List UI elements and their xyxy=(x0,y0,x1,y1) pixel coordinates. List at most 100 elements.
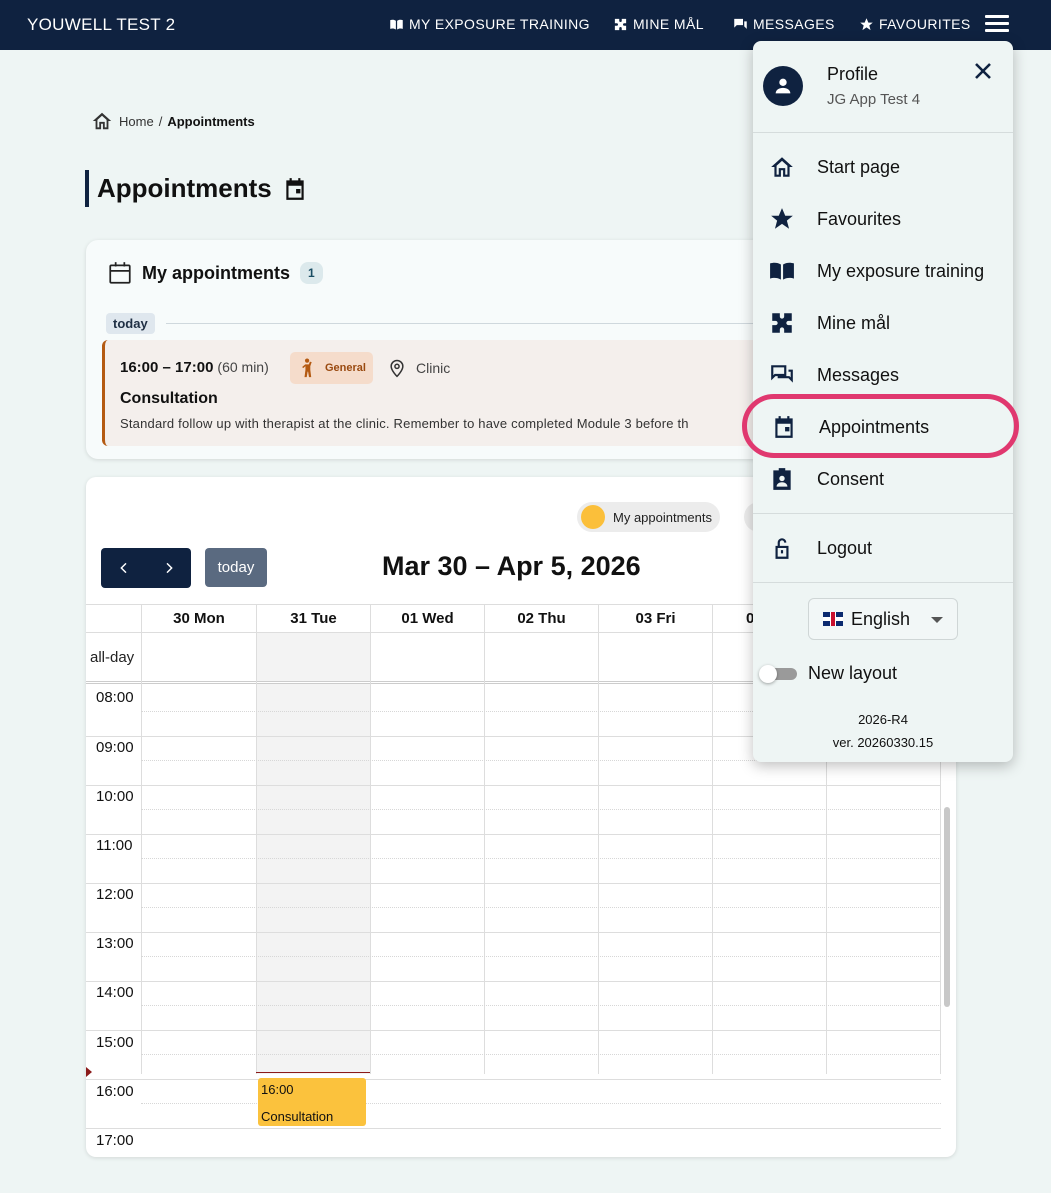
column-divider xyxy=(256,633,257,1074)
calendar-event[interactable]: 16:00 Consultation xyxy=(258,1078,366,1126)
now-indicator-arrow xyxy=(86,1067,92,1077)
breadcrumb-separator: / xyxy=(158,113,163,129)
calendar-range-title: Mar 30 – Apr 5, 2026 xyxy=(382,551,641,581)
menu-item-start-page[interactable]: Start page xyxy=(769,152,900,182)
today-button[interactable]: today xyxy=(205,548,267,587)
lock-open-icon xyxy=(775,538,789,559)
menu-item-label: Messages xyxy=(817,364,900,385)
nav-favourites[interactable]: FAVOURITES xyxy=(859,16,971,32)
hour-line xyxy=(86,1079,941,1080)
appointment-time: 16:00 – 17:00 (60 min) xyxy=(120,359,269,376)
day-header-fri[interactable]: 03 Fri xyxy=(598,605,712,633)
hour-line xyxy=(86,981,941,982)
half-hour-line xyxy=(141,858,941,859)
allday-label: all-day xyxy=(90,649,135,666)
menu-item-label: Mine mål xyxy=(817,312,891,333)
nav-label: MINE MÅL xyxy=(633,16,704,32)
calendar-event-icon xyxy=(286,177,304,200)
appointments-count-badge: 1 xyxy=(300,262,323,284)
column-divider xyxy=(598,633,599,1074)
time-label: 16:00 xyxy=(96,1083,134,1100)
half-hour-line xyxy=(141,907,941,908)
nav-label: MY EXPOSURE TRAINING xyxy=(409,16,590,32)
close-menu-button[interactable] xyxy=(971,59,995,83)
day-header-tue[interactable]: 31 Tue xyxy=(256,605,370,633)
menu-item-label: My exposure training xyxy=(817,260,985,281)
hour-line xyxy=(86,932,941,933)
menu-item-label: Favourites xyxy=(817,208,902,229)
chevron-right-icon xyxy=(165,562,173,574)
nav-messages[interactable]: MESSAGES xyxy=(733,16,835,32)
time-label: 09:00 xyxy=(96,739,134,756)
today-column-shade xyxy=(256,684,370,1074)
appointment-time-range: 16:00 – 17:00 xyxy=(120,359,214,376)
time-label: 14:00 xyxy=(96,984,134,1001)
legend-my-appointments[interactable]: My appointments xyxy=(577,502,720,532)
day-header-thu[interactable]: 02 Thu xyxy=(484,605,598,633)
hour-line xyxy=(86,1030,941,1031)
day-header-mon[interactable]: 30 Mon xyxy=(141,605,256,633)
nav-my-exposure-training[interactable]: MY EXPOSURE TRAINING xyxy=(389,16,590,32)
menu-divider xyxy=(753,513,1013,514)
menu-item-messages[interactable]: Messages xyxy=(769,360,899,390)
half-hour-line xyxy=(141,956,941,957)
hamburger-menu-icon[interactable] xyxy=(985,15,1009,35)
person-icon xyxy=(775,78,791,94)
legend-color-dot xyxy=(581,505,605,529)
hour-line xyxy=(86,1128,941,1129)
chevron-left-icon xyxy=(119,562,127,574)
breadcrumb-current: Appointments xyxy=(167,113,255,129)
time-label: 08:00 xyxy=(96,689,134,706)
prev-week-button[interactable] xyxy=(101,548,146,588)
time-label: 13:00 xyxy=(96,935,134,952)
time-label: 15:00 xyxy=(96,1034,134,1051)
page-title: Appointments xyxy=(97,173,272,203)
person-icon xyxy=(302,358,312,378)
column-divider xyxy=(484,633,485,1074)
category-chip: General xyxy=(290,352,373,384)
time-label: 11:00 xyxy=(96,837,133,854)
book-icon xyxy=(390,19,403,29)
new-layout-toggle[interactable] xyxy=(759,665,797,683)
hour-line xyxy=(86,834,941,835)
next-week-button[interactable] xyxy=(146,548,191,588)
close-icon xyxy=(975,63,991,79)
nav-label: FAVOURITES xyxy=(879,16,971,32)
menu-item-label: Logout xyxy=(817,537,873,558)
half-hour-line xyxy=(141,1005,941,1006)
uk-flag-icon xyxy=(823,612,843,626)
calendar-icon xyxy=(109,262,131,284)
version-label: ver. 20260330.15 xyxy=(832,735,934,750)
event-time: 16:00 xyxy=(261,1082,294,1097)
menu-item-logout[interactable]: Logout xyxy=(769,533,872,563)
menu-item-favourites[interactable]: Favourites xyxy=(769,204,901,234)
home-icon[interactable] xyxy=(91,110,113,132)
calendar-scrollbar[interactable] xyxy=(944,807,950,1007)
menu-item-mine-mal[interactable]: Mine mål xyxy=(769,308,890,338)
now-indicator-line xyxy=(256,1072,370,1073)
caret-down-icon xyxy=(931,617,943,623)
day-header-wed[interactable]: 01 Wed xyxy=(370,605,484,633)
time-label: 12:00 xyxy=(96,886,134,903)
menu-item-consent[interactable]: Consent xyxy=(769,464,884,494)
menu-divider xyxy=(753,582,1013,583)
category-label: General xyxy=(325,362,366,374)
new-layout-label: New layout xyxy=(808,663,898,683)
appointment-title: Consultation xyxy=(120,390,218,407)
legend-label: My appointments xyxy=(613,509,712,525)
avatar[interactable] xyxy=(763,66,803,106)
brand-title[interactable]: YOUWELL TEST 2 xyxy=(27,15,175,35)
menu-divider xyxy=(753,132,1013,133)
half-hour-line xyxy=(141,1054,941,1055)
menu-item-my-exposure-training[interactable]: My exposure training xyxy=(769,256,984,286)
menu-item-label: Start page xyxy=(817,156,901,177)
language-select[interactable]: English xyxy=(808,598,958,640)
puzzle-icon xyxy=(772,313,792,333)
column-divider xyxy=(712,633,713,1074)
nav-mine-mal[interactable]: MINE MÅL xyxy=(613,16,704,32)
breadcrumb-home[interactable]: Home xyxy=(119,114,154,129)
messages-icon xyxy=(771,365,793,383)
profile-link[interactable]: Profile xyxy=(827,64,878,85)
messages-icon xyxy=(734,18,747,29)
star-icon xyxy=(771,208,793,229)
